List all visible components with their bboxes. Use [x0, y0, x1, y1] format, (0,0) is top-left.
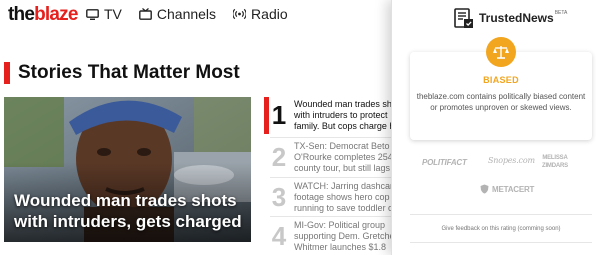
section-accent-bar: [4, 62, 10, 84]
story-headline-line: county tour, but still lags: [294, 163, 391, 173]
partner-logos: POLITIFACT Snopes.com MELISSA ZIMDARS ME…: [410, 150, 592, 200]
nav-channels[interactable]: Channels: [138, 6, 217, 22]
hero-story[interactable]: Wounded man trades shots with intruders,…: [4, 97, 251, 242]
story-headline: TX-Sen: Democrat Beto O'Rourke completes…: [294, 139, 394, 176]
metacert-logo: METACERT: [480, 184, 534, 194]
melissa-zimdars-line: ZIMDARS: [542, 163, 568, 169]
story-divider: [270, 216, 394, 217]
nav-channels-label: Channels: [156, 6, 217, 22]
section-title: Stories That Matter Most: [18, 62, 240, 83]
story-divider: [270, 177, 394, 178]
story-number: 3: [271, 182, 287, 212]
hero-caption: Wounded man trades shots with intruders,…: [14, 191, 242, 231]
story-number: 4: [271, 221, 287, 251]
rating-description: theblaze.com contains politically biased…: [416, 92, 586, 112]
story-headline-line: MI-Gov: Political group: [294, 220, 386, 230]
story-headline: MI-Gov: Political group supporting Dem. …: [294, 218, 394, 255]
melissa-zimdars-logo: MELISSA ZIMDARS: [542, 154, 568, 170]
scale-icon: [493, 46, 509, 59]
logo-the: the: [8, 4, 35, 25]
main-nav: TV Channels Radio: [86, 6, 305, 22]
nav-tv[interactable]: TV: [86, 6, 122, 22]
trustednews-brand: TrustedNews BETA: [454, 7, 567, 29]
logo-blaze: blaze: [34, 4, 78, 25]
channels-icon: [138, 8, 152, 20]
tv-icon: [86, 8, 99, 20]
story-item-1[interactable]: 1 Wounded man trades sho with intruders …: [264, 97, 394, 134]
story-headline-line: family. But cops charge h: [294, 121, 394, 131]
site-logo[interactable]: theblaze: [8, 5, 78, 25]
active-story-marker: [264, 97, 269, 134]
story-headline-line: footage shows hero cop: [294, 192, 390, 202]
story-headline-line: supporting Dem. Gretche: [294, 231, 394, 241]
story-headline-line: Wounded man trades sho: [294, 99, 394, 109]
story-headline-line: O'Rourke completes 254: [294, 152, 393, 162]
nav-tv-label: TV: [104, 6, 122, 22]
story-headline-line: WATCH: Jarring dashcan: [294, 181, 394, 191]
story-headline-line: running to save toddler o: [294, 203, 394, 213]
nav-radio[interactable]: Radio: [233, 6, 288, 22]
politifact-logo: POLITIFACT: [422, 158, 467, 167]
story-headline: WATCH: Jarring dashcan footage shows her…: [294, 179, 394, 216]
feedback-link[interactable]: Give feedback on this rating (comming so…: [410, 226, 592, 232]
metacert-label: METACERT: [492, 184, 535, 194]
story-item-4[interactable]: 4 MI-Gov: Political group supporting Dem…: [264, 218, 394, 255]
nav-radio-label: Radio: [251, 6, 288, 22]
story-divider: [270, 137, 394, 138]
story-number: 2: [271, 142, 287, 172]
radio-icon: [233, 8, 247, 20]
snopes-logo: Snopes.com: [488, 156, 535, 165]
beta-badge: BETA: [554, 10, 568, 16]
story-headline-line: TX-Sen: Democrat Beto: [294, 141, 390, 151]
story-item-3[interactable]: 3 WATCH: Jarring dashcan footage shows h…: [264, 179, 394, 216]
melissa-zimdars-line: MELISSA: [542, 155, 568, 161]
metacert-shield-icon: [480, 184, 489, 194]
rating-label: BIASED: [483, 75, 519, 85]
stories-list: 1 Wounded man trades sho with intruders …: [264, 97, 394, 255]
divider: [410, 242, 592, 243]
story-headline-line: Whitmer launches $1.8: [294, 242, 387, 252]
story-item-2[interactable]: 2 TX-Sen: Democrat Beto O'Rourke complet…: [264, 139, 394, 176]
rating-badge: [486, 37, 516, 67]
divider: [410, 214, 592, 215]
story-headline: Wounded man trades sho with intruders to…: [294, 97, 394, 134]
trustednews-logo-icon: [454, 8, 473, 28]
story-headline-line: with intruders to protect: [294, 110, 388, 120]
trustednews-title: TrustedNews: [479, 11, 554, 25]
trustednews-popup: TrustedNews BETA BIASED theblaze.com con…: [391, 0, 596, 255]
